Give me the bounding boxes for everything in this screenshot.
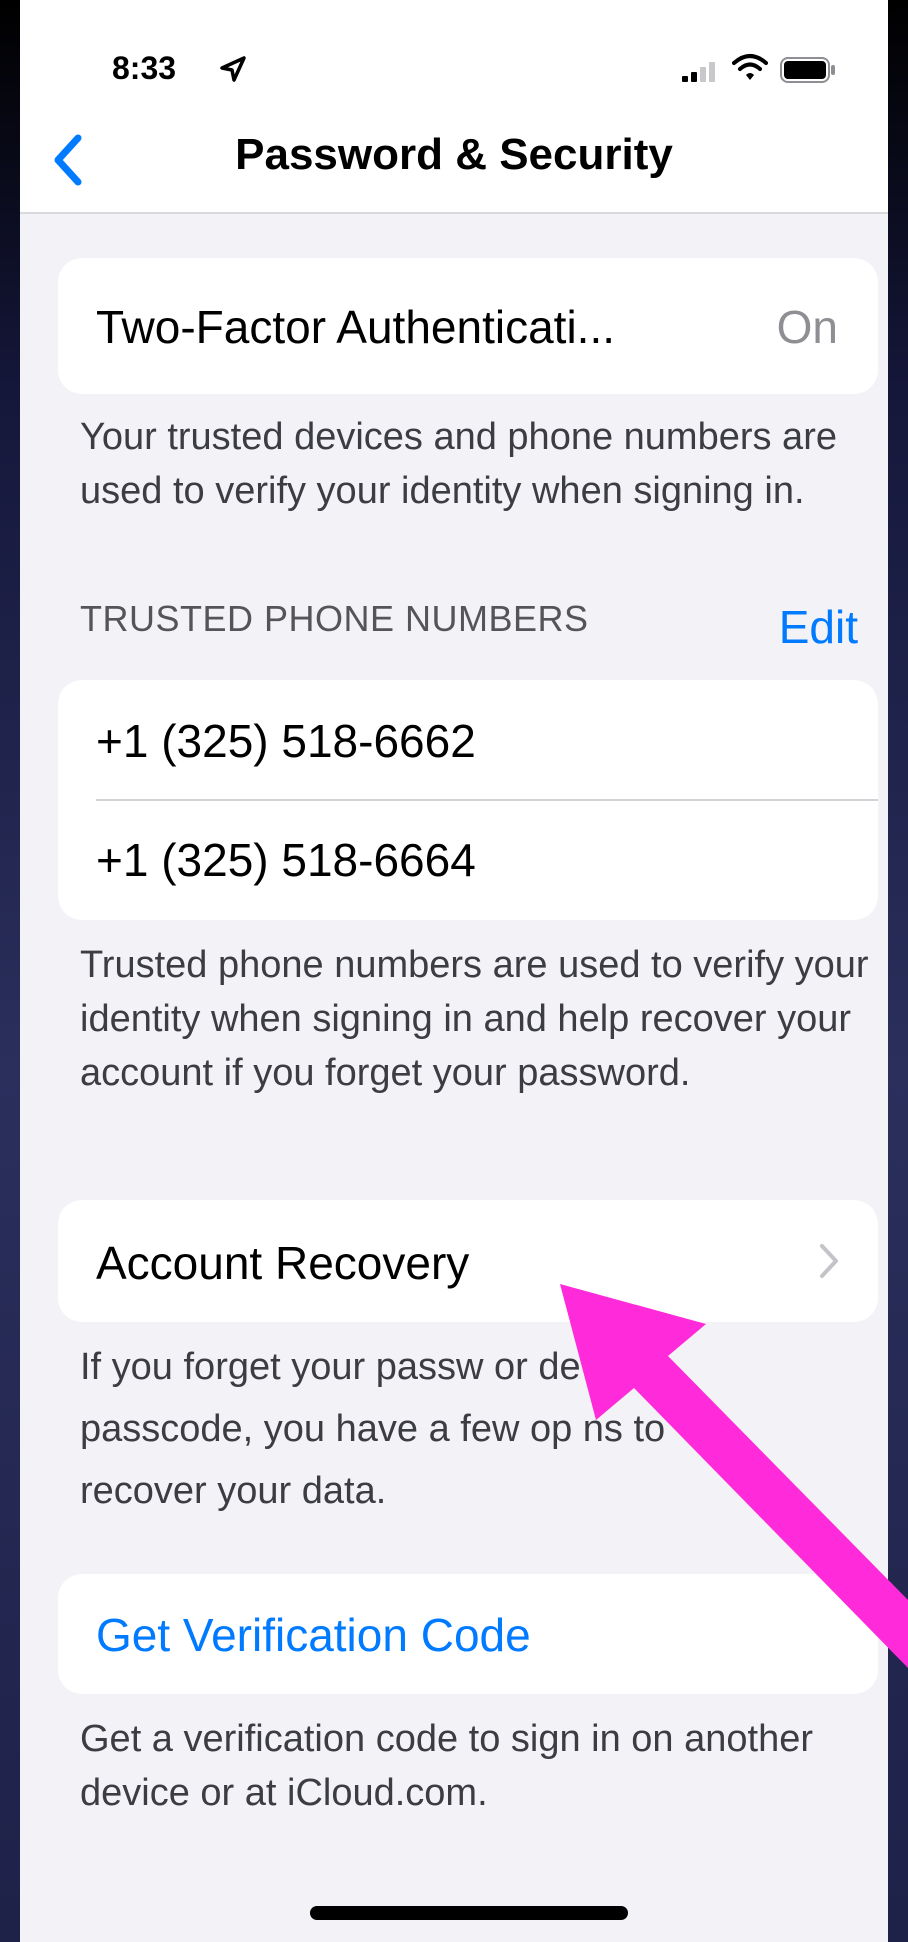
description-line: If you forget your passw or device xyxy=(80,1346,649,1388)
phone-number-row[interactable]: +1 (325) 518-6664 xyxy=(58,801,878,920)
verification-description: Get a verification code to sign in on an… xyxy=(80,1718,814,1814)
two-factor-row[interactable]: Two-Factor Authenticati... On xyxy=(58,258,878,394)
home-indicator[interactable] xyxy=(310,1906,628,1920)
two-factor-label: Two-Factor Authenticati... xyxy=(96,301,616,353)
battery-icon xyxy=(780,57,835,83)
wifi-icon xyxy=(732,54,768,80)
two-factor-description: Your trusted devices and phone numbers a… xyxy=(80,416,837,512)
description-line: recover your data. xyxy=(80,1470,387,1512)
cellular-signal-icon xyxy=(682,62,715,82)
phone-number: +1 (325) 518-6664 xyxy=(96,834,476,886)
account-recovery-label: Account Recovery xyxy=(96,1237,470,1289)
phone-number: +1 (325) 518-6662 xyxy=(96,715,476,767)
two-factor-status: On xyxy=(776,301,838,353)
trusted-numbers-header: TRUSTED PHONE NUMBERS xyxy=(80,598,589,639)
phone-number-row[interactable]: +1 (325) 518-6662 xyxy=(58,680,878,800)
status-time: 8:33 xyxy=(112,50,177,86)
get-verification-code-button[interactable]: Get Verification Code xyxy=(96,1608,531,1662)
verification-code-row[interactable]: Get Verification Code xyxy=(58,1574,878,1694)
location-arrow-icon xyxy=(220,56,246,82)
chevron-right-icon xyxy=(820,1244,838,1278)
trusted-numbers-description: Trusted phone numbers are used to verify… xyxy=(80,944,869,1094)
account-recovery-row[interactable]: Account Recovery xyxy=(58,1200,878,1322)
account-recovery-description: If you forget your passw or device passc… xyxy=(80,1336,880,1522)
settings-screen: 8:33 Password & Security Two-Factor Auth… xyxy=(20,0,888,1942)
description-line: passcode, you have a few op ns to xyxy=(80,1408,666,1450)
edit-button[interactable]: Edit xyxy=(779,600,858,654)
navigation-bar: 8:33 Password & Security xyxy=(20,0,888,214)
page-title: Password & Security xyxy=(235,130,673,179)
trusted-numbers-list: +1 (325) 518-6662 +1 (325) 518-6664 xyxy=(58,680,878,920)
